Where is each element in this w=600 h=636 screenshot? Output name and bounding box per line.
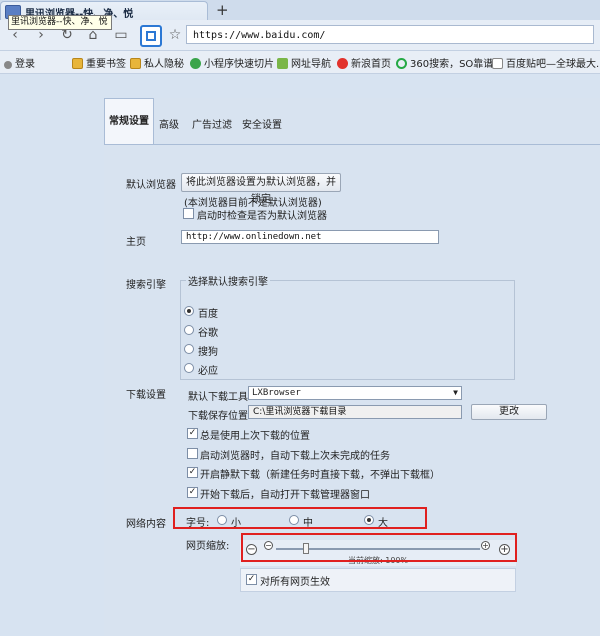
font-size-highlight	[173, 507, 427, 529]
font-small-radio[interactable]	[217, 515, 227, 525]
bookmark-miniprogram[interactable]: 小程序快速切片	[190, 55, 274, 70]
font-large-radio[interactable]	[364, 515, 374, 525]
zoom-label: 网页缩放:	[186, 541, 230, 552]
set-default-browser-button[interactable]: 将此浏览器设置为默认浏览器，并锁定	[181, 173, 341, 205]
font-large-label: 大	[378, 518, 388, 529]
user-icon	[4, 61, 12, 69]
check-icon	[277, 58, 288, 69]
opt4-checkbox[interactable]: ✓	[187, 487, 198, 498]
homepage-input[interactable]: http://www.onlinedown.net	[181, 230, 439, 244]
star-icon[interactable]: ☆	[166, 26, 184, 44]
download-path-label: 下载保存位置	[188, 411, 248, 422]
opt2-label: 启动浏览器时，自动下载上次未完成的任务	[200, 451, 390, 462]
tab-ad-filter[interactable]: 广告过滤	[192, 116, 232, 131]
bookmark-important[interactable]: 重要书签	[72, 55, 126, 70]
download-tool-label: 默认下载工具	[188, 392, 248, 403]
radio-sogou[interactable]	[184, 344, 194, 354]
globe-icon	[190, 58, 201, 69]
font-medium-label: 中	[303, 518, 313, 529]
font-medium-radio[interactable]	[289, 515, 299, 525]
new-tab-button[interactable]: +	[216, 1, 229, 19]
bookmark-login[interactable]: 登录	[4, 55, 35, 70]
tab-general[interactable]: 常规设置	[104, 98, 154, 144]
360-icon	[396, 58, 407, 69]
radio-google-label: 谷歌	[198, 328, 218, 339]
apply-all-label: 对所有网页生效	[260, 577, 330, 588]
check-default-startup-label: 启动时检查是否为默认浏览器	[197, 211, 327, 222]
opt4-label: 开始下载后，自动打开下载管理器窗口	[200, 490, 370, 501]
download-label: 下载设置	[126, 390, 166, 401]
bookmark-nav[interactable]: 网址导航	[277, 55, 331, 70]
web-content-label: 网络内容	[126, 519, 166, 530]
radio-bing[interactable]	[184, 363, 194, 373]
chevron-down-icon: ▼	[453, 388, 458, 397]
search-engine-group	[180, 280, 515, 380]
bookmark-tieba[interactable]: 百度贴吧—全球最大...	[492, 55, 600, 70]
radio-baidu-label: 百度	[198, 309, 218, 320]
search-engine-label: 搜索引擎	[126, 280, 166, 291]
opt1-checkbox[interactable]: ✓	[187, 428, 198, 439]
bookmark-360[interactable]: 360搜索，SO靠谱	[396, 55, 493, 70]
reader-icon[interactable]: ▭	[112, 26, 130, 44]
opt2-checkbox[interactable]	[187, 448, 198, 459]
radio-sogou-label: 搜狗	[198, 347, 218, 358]
opt3-label: 开启静默下载（新建任务时直接下载，不弹出下载框）	[200, 470, 440, 481]
opt3-checkbox[interactable]: ✓	[187, 467, 198, 478]
address-bar[interactable]: https://www.baidu.com/	[186, 25, 594, 44]
search-group-title: 选择默认搜索引擎	[186, 273, 270, 288]
radio-google[interactable]	[184, 325, 194, 335]
settings-tabs: 常规设置 高级 广告过滤 安全设置	[104, 98, 600, 145]
font-size-label: 字号:	[186, 518, 210, 529]
change-path-button[interactable]: 更改	[471, 404, 547, 420]
page-icon	[492, 58, 503, 69]
homepage-label: 主页	[126, 237, 146, 248]
radio-baidu[interactable]	[184, 306, 194, 316]
qr-code-icon[interactable]	[140, 25, 162, 47]
bookmark-sina[interactable]: 新浪首页	[337, 55, 391, 70]
check-default-startup-checkbox[interactable]	[183, 208, 194, 219]
tab-advanced[interactable]: 高级	[159, 116, 179, 131]
tab-tooltip: 里讯浏览器--快、净、悦	[8, 15, 112, 30]
download-path-input[interactable]: C:\里讯浏览器下载目录	[248, 405, 462, 419]
apply-all-checkbox[interactable]: ✓	[246, 574, 257, 585]
folder-icon	[130, 58, 141, 69]
opt1-label: 总是使用上次下载的位置	[200, 431, 310, 442]
folder-icon	[72, 58, 83, 69]
font-small-label: 小	[231, 518, 241, 529]
bookmark-private[interactable]: 私人隐秘	[130, 55, 184, 70]
download-tool-select[interactable]: LXBrowser ▼	[248, 386, 462, 400]
bookmarks-bar: 登录 重要书签 私人隐秘 小程序快速切片 网址导航 新浪首页 360搜索，SO靠…	[0, 51, 600, 74]
weibo-icon	[337, 58, 348, 69]
tab-security[interactable]: 安全设置	[242, 116, 282, 131]
default-browser-label: 默认浏览器	[126, 180, 176, 191]
radio-bing-label: 必应	[198, 366, 218, 377]
zoom-highlight	[241, 533, 517, 562]
